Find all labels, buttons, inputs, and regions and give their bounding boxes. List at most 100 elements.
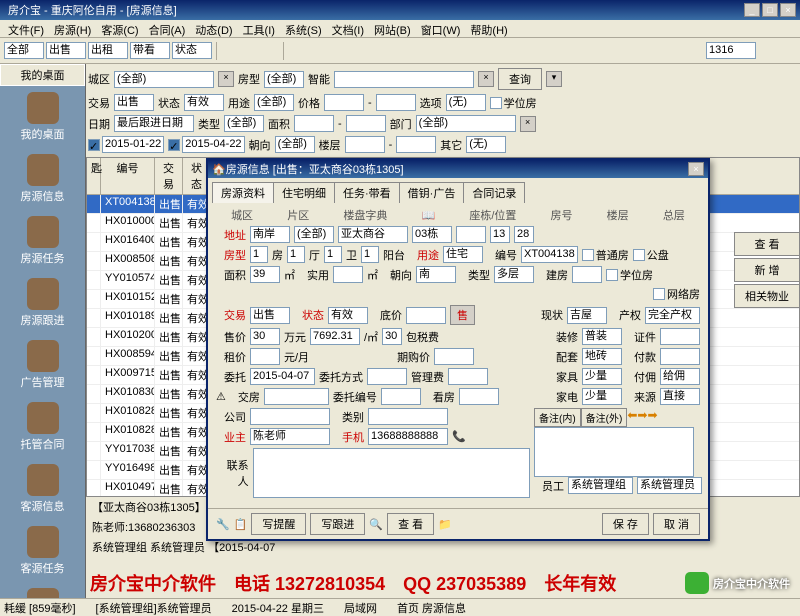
dialog-close-button[interactable]: × bbox=[688, 162, 704, 176]
arrow-right-icon[interactable]: ➡ bbox=[647, 408, 657, 427]
mode-rent[interactable]: 出租 bbox=[88, 42, 128, 59]
date-from[interactable]: 2015-01-22 bbox=[102, 136, 164, 153]
dialog-tab[interactable]: 借钥·广告 bbox=[399, 182, 465, 203]
maximize-button[interactable]: □ bbox=[762, 3, 778, 17]
column-header[interactable]: 编号 bbox=[101, 158, 155, 194]
tool-icon[interactable]: 🔍 bbox=[369, 518, 383, 531]
area-max[interactable] bbox=[346, 115, 386, 132]
menu-item[interactable]: 系统(S) bbox=[281, 22, 326, 35]
dialog-tab[interactable]: 房源资料 bbox=[212, 182, 274, 203]
sel-type[interactable]: (全部) bbox=[224, 115, 264, 132]
reset-icon[interactable]: × bbox=[218, 71, 234, 87]
menu-item[interactable]: 工具(I) bbox=[239, 22, 279, 35]
sel-other[interactable]: (无) bbox=[466, 136, 506, 153]
followup-button[interactable]: 写跟进 bbox=[310, 513, 365, 535]
tool-icon[interactable] bbox=[778, 42, 796, 60]
addr-block[interactable]: 03栋 bbox=[412, 226, 452, 243]
addr-building[interactable]: 亚太商谷 bbox=[338, 226, 408, 243]
reset-icon[interactable]: × bbox=[478, 71, 494, 87]
minimize-button[interactable]: _ bbox=[744, 3, 760, 17]
menu-item[interactable]: 动态(D) bbox=[191, 22, 236, 35]
menu-item[interactable]: 合同(A) bbox=[145, 22, 190, 35]
tool-icon[interactable] bbox=[241, 42, 259, 60]
menu-item[interactable]: 网站(B) bbox=[370, 22, 415, 35]
expand-icon[interactable]: ▾ bbox=[546, 71, 562, 87]
price-min[interactable] bbox=[324, 94, 364, 111]
menu-item[interactable]: 窗口(W) bbox=[417, 22, 465, 35]
chk-from[interactable]: ✓ bbox=[88, 139, 100, 151]
arrow-left-icon[interactable]: ⬅ bbox=[627, 408, 637, 427]
arrow-right-icon[interactable]: ➡ bbox=[637, 408, 647, 427]
addr-region[interactable]: 南岸 bbox=[250, 226, 290, 243]
tool-icon[interactable]: 📁 bbox=[438, 518, 452, 531]
nav-item[interactable]: 客源任务 bbox=[0, 520, 85, 582]
addr-area[interactable]: (全部) bbox=[294, 226, 334, 243]
nav-item[interactable]: 我的桌面 bbox=[0, 86, 85, 148]
menu-item[interactable]: 房源(H) bbox=[50, 22, 95, 35]
smart-input[interactable] bbox=[334, 71, 474, 88]
price-max[interactable] bbox=[376, 94, 416, 111]
floor-max[interactable] bbox=[396, 136, 436, 153]
book-icon[interactable]: 📖 bbox=[421, 209, 435, 222]
memo-tab-outer[interactable]: 备注(外) bbox=[581, 408, 628, 427]
tool-icon[interactable]: 🔧 bbox=[216, 518, 230, 531]
sel-trade[interactable]: 出售 bbox=[114, 94, 154, 111]
nav-header[interactable]: 我的桌面 bbox=[0, 64, 85, 86]
chk-to[interactable]: ✓ bbox=[168, 139, 180, 151]
dialog-tab[interactable]: 任务·带看 bbox=[334, 182, 400, 203]
nav-item[interactable]: 托管合同 bbox=[0, 396, 85, 458]
sel-region[interactable]: (全部) bbox=[114, 71, 214, 88]
dialog-tab[interactable]: 住宅明细 bbox=[273, 182, 335, 203]
nav-item[interactable]: 房源跟进 bbox=[0, 272, 85, 334]
menu-item[interactable]: 文件(F) bbox=[4, 22, 48, 35]
nav-item[interactable]: 广告管理 bbox=[0, 334, 85, 396]
column-header[interactable]: 交易 bbox=[155, 158, 183, 194]
mode-view[interactable]: 带看 bbox=[130, 42, 170, 59]
sel-status[interactable]: 有效 bbox=[184, 94, 224, 111]
sel-dept[interactable]: (全部) bbox=[416, 115, 516, 132]
sell-button[interactable]: 售 bbox=[450, 305, 475, 325]
cancel-button[interactable]: 取 消 bbox=[653, 513, 700, 535]
tool-icon[interactable] bbox=[288, 42, 306, 60]
save-button[interactable]: 保 存 bbox=[602, 513, 649, 535]
addr-total[interactable]: 28 bbox=[514, 226, 534, 243]
view-button[interactable]: 查 看 bbox=[387, 513, 434, 535]
sel-roomtype[interactable]: (全部) bbox=[264, 71, 304, 88]
menu-item[interactable]: 文档(I) bbox=[328, 22, 368, 35]
tool-icon[interactable] bbox=[308, 42, 326, 60]
related-button[interactable]: 相关物业 bbox=[734, 284, 800, 308]
tool-icon[interactable] bbox=[261, 42, 279, 60]
reminder-button[interactable]: 写提醒 bbox=[251, 513, 306, 535]
memo-tab-inner[interactable]: 备注(内) bbox=[534, 408, 581, 427]
phone-icon[interactable]: 📞 bbox=[452, 430, 466, 443]
sel-option[interactable]: (无) bbox=[446, 94, 486, 111]
reset-icon[interactable]: × bbox=[520, 116, 536, 132]
menu-item[interactable]: 客源(C) bbox=[97, 22, 142, 35]
close-button[interactable]: × bbox=[780, 3, 796, 17]
mode-sale[interactable]: 出售 bbox=[46, 42, 86, 59]
contact-memo[interactable] bbox=[253, 448, 530, 498]
sel-use[interactable]: (全部) bbox=[254, 94, 294, 111]
sel-datekind[interactable]: 最后跟进日期 bbox=[114, 115, 194, 132]
column-header[interactable]: 匙 bbox=[87, 158, 101, 194]
addr-room[interactable] bbox=[456, 226, 486, 243]
remark-memo[interactable] bbox=[534, 427, 694, 477]
view-button[interactable]: 查 看 bbox=[734, 232, 800, 256]
nav-item[interactable]: 房源任务 bbox=[0, 210, 85, 272]
add-button[interactable]: 新 增 bbox=[734, 258, 800, 282]
tool-icon[interactable]: 📋 bbox=[234, 518, 248, 531]
tool-icon[interactable] bbox=[221, 42, 239, 60]
mode-status[interactable]: 状态 bbox=[172, 42, 212, 59]
floor-min[interactable] bbox=[345, 136, 385, 153]
area-min[interactable] bbox=[294, 115, 334, 132]
nav-item[interactable]: 客源信息 bbox=[0, 458, 85, 520]
tool-icon[interactable] bbox=[758, 42, 776, 60]
menu-item[interactable]: 帮助(H) bbox=[466, 22, 511, 35]
nav-item[interactable]: 客源跟进 bbox=[0, 582, 85, 598]
search-button[interactable]: 查询 bbox=[498, 68, 542, 90]
chk-school[interactable] bbox=[490, 97, 502, 109]
mode-all[interactable]: 全部 bbox=[4, 42, 44, 59]
nav-item[interactable]: 房源信息 bbox=[0, 148, 85, 210]
dialog-tab[interactable]: 合同记录 bbox=[463, 182, 525, 203]
sel-facing[interactable]: (全部) bbox=[275, 136, 315, 153]
